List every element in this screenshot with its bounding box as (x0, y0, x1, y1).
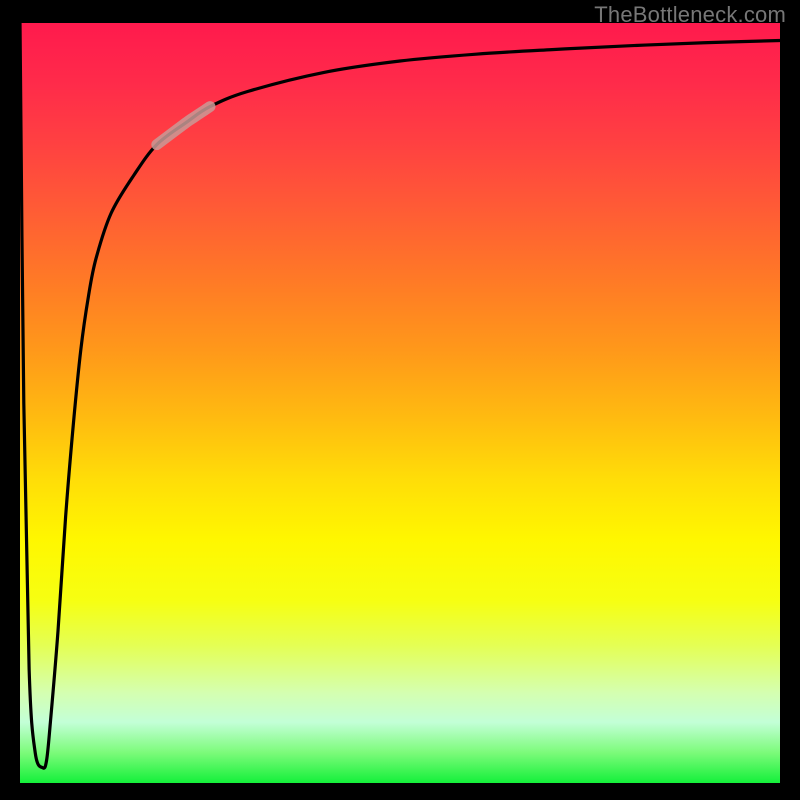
watermark-text: TheBottleneck.com (594, 2, 786, 28)
bottleneck-curve (20, 23, 780, 768)
curve-layer (20, 23, 780, 783)
chart-stage: TheBottleneck.com (0, 0, 800, 800)
highlight-segment (157, 107, 210, 145)
